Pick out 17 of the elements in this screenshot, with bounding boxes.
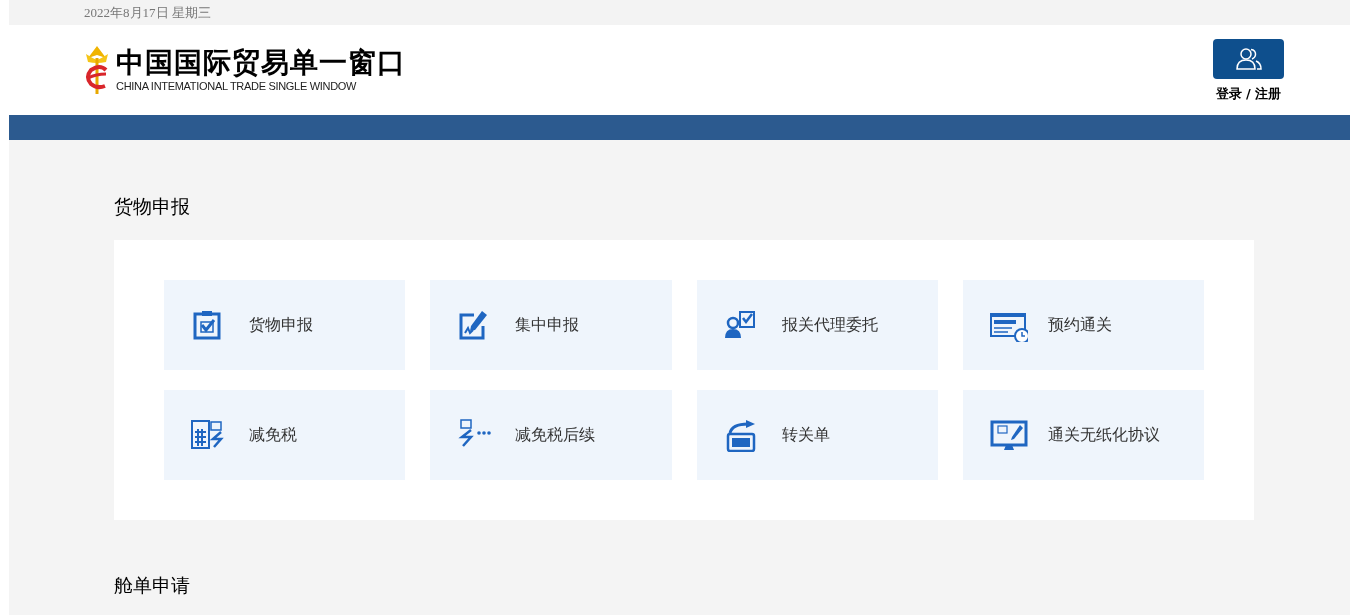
service-tile[interactable]: 减免税后续 bbox=[430, 390, 672, 480]
section-title: 货物申报 bbox=[114, 194, 191, 219]
service-tile[interactable]: 通关无纸化协议 bbox=[962, 390, 1204, 480]
date-text: 2022年8月17日 星期三 bbox=[84, 3, 211, 22]
service-tile[interactable]: 货物申报 bbox=[164, 280, 406, 370]
service-tile[interactable]: 集中申报 bbox=[430, 280, 672, 370]
service-tile[interactable]: 转关单 bbox=[696, 390, 938, 480]
users-icon bbox=[1235, 47, 1262, 72]
service-tile[interactable]: 预约通关 bbox=[962, 280, 1204, 370]
login-button[interactable] bbox=[1213, 39, 1284, 80]
service-icon bbox=[989, 418, 1028, 452]
logo-subtitle: CHINA INTEMATIONAL TRADE SINGLE WINDOW bbox=[116, 79, 358, 93]
section-title: 舱单申请 bbox=[114, 573, 191, 598]
logo-title: 中国国际贸易单一窗口 bbox=[116, 47, 406, 79]
service-tile[interactable]: 减免税 bbox=[164, 390, 406, 480]
service-tile[interactable]: 报关代理委托 bbox=[696, 280, 938, 370]
login-register-link[interactable]: 登录 / 注册 bbox=[1215, 84, 1282, 104]
